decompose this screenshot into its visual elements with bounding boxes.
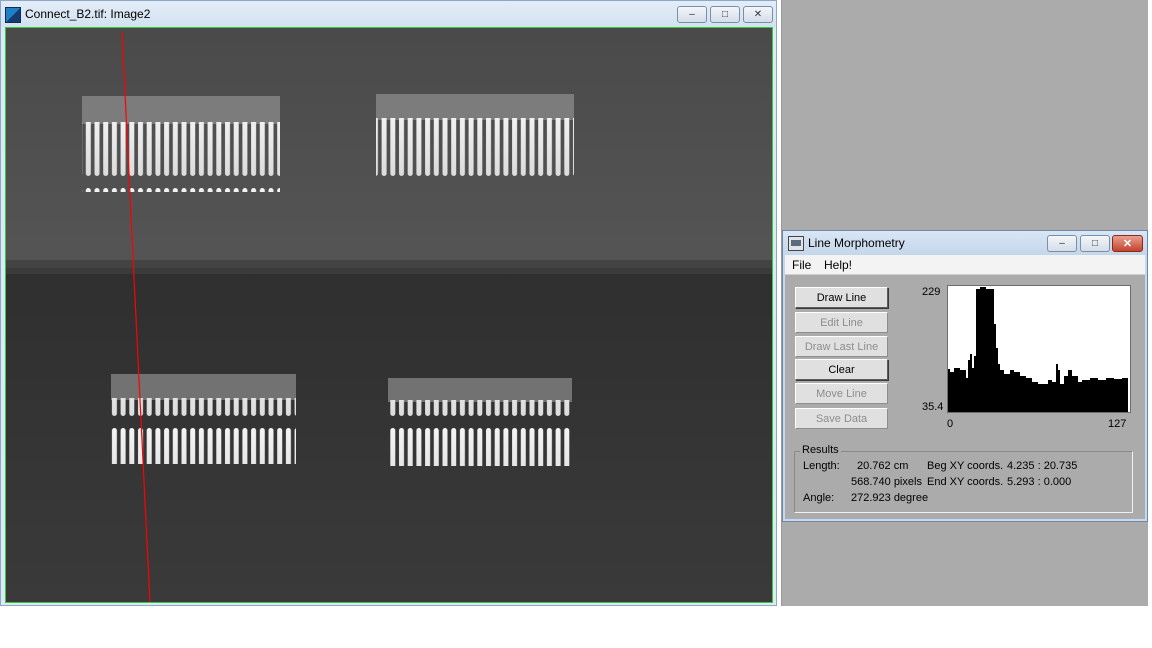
angle-value: 272.923 degree [851,492,929,504]
edit-line-button[interactable]: Edit Line [795,312,888,333]
dialog-maximize-button[interactable]: □ [1080,235,1110,252]
image-window-titlebar[interactable]: Connect_B2.tif: Image2 – □ ✕ [1,1,776,27]
image-window[interactable]: Connect_B2.tif: Image2 – □ ✕ [0,0,777,606]
histogram-x-min: 0 [947,418,954,430]
histogram-y-min: 35.4 [922,401,944,413]
dialog-title: Line Morphometry [808,236,905,250]
dialog-titlebar[interactable]: Line Morphometry – □ ✕ [783,231,1147,255]
menu-help[interactable]: Help! [824,258,852,272]
window-icon [788,236,804,251]
length-pixels-value: 568.740 pixels [851,476,922,488]
histogram-x-max: 127 [1108,418,1127,430]
app-icon [5,7,21,23]
results-legend: Results [800,444,841,456]
beg-coords-value: 4.235 : 20.735 [1007,460,1078,472]
beg-coords-label: Beg XY coords. [927,460,1004,472]
line-morphometry-dialog[interactable]: Line Morphometry – □ ✕ File Help! Draw L… [782,230,1148,522]
move-line-button[interactable]: Move Line [795,383,888,404]
minimize-button[interactable]: – [677,6,707,23]
end-coords-label: End XY coords. [927,476,1004,488]
clear-button[interactable]: Clear [795,359,888,380]
angle-label: Angle: [803,492,835,504]
image-window-title: Connect_B2.tif: Image2 [25,7,151,21]
intensity-profile-plot [947,285,1131,413]
close-button[interactable]: ✕ [743,6,773,23]
dialog-close-button[interactable]: ✕ [1112,235,1143,252]
results-group: Results Length: 20.762 cm 568.740 pixels… [794,444,1133,513]
connector-image [6,28,772,602]
menu-file[interactable]: File [792,258,811,272]
draw-last-line-button[interactable]: Draw Last Line [795,336,888,357]
histogram-y-max: 229 [922,286,941,298]
length-label: Length: [803,460,840,472]
image-canvas[interactable] [5,27,773,603]
dialog-minimize-button[interactable]: – [1047,235,1077,252]
length-cm-value: 20.762 cm [857,460,909,472]
draw-line-button[interactable]: Draw Line [795,287,888,308]
end-coords-value: 5.293 : 0.000 [1007,476,1072,488]
maximize-button[interactable]: □ [710,6,740,23]
menu-bar: File Help! [785,255,1145,275]
dialog-body: File Help! Draw Line Edit Line Draw Last… [785,255,1145,519]
save-data-button[interactable]: Save Data [795,408,888,429]
